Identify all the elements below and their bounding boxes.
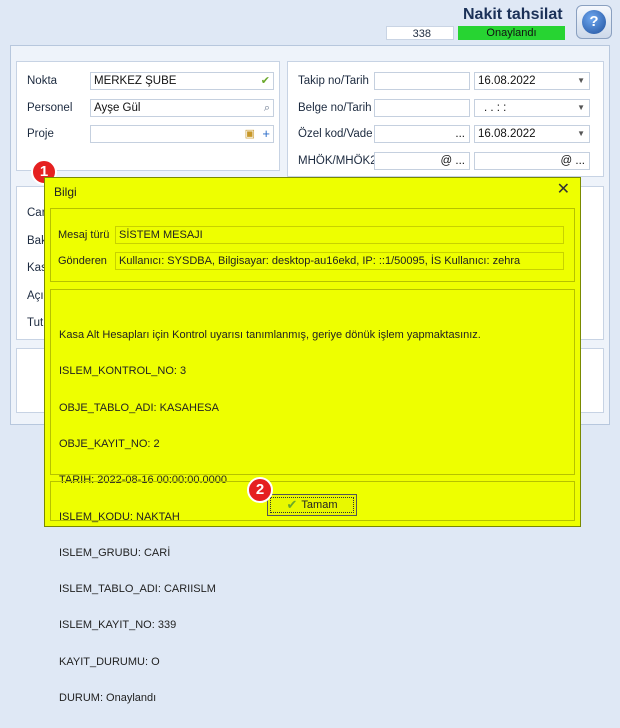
- ozel-kod-field[interactable]: ...: [374, 125, 470, 143]
- message-line: DURUM: Onaylandı: [59, 692, 157, 704]
- takip-date-field[interactable]: 16.08.2022 ▼: [474, 72, 590, 90]
- nokta-field[interactable]: MERKEZ ŞUBE ✔: [90, 72, 274, 90]
- page-title: Nakit tahsilat: [463, 6, 563, 23]
- field-label-personel: Personel: [27, 102, 73, 114]
- message-line: OBJE_TABLO_ADI: KASAHESA: [59, 401, 219, 414]
- message-type-value: SİSTEM MESAJI: [115, 226, 564, 244]
- nokta-value: MERKEZ ŞUBE: [94, 75, 177, 87]
- field-label-belge: Belge no/Tarih: [298, 102, 372, 114]
- chevron-down-icon[interactable]: ▼: [577, 126, 585, 142]
- takip-no-field[interactable]: [374, 72, 470, 90]
- plus-icon[interactable]: +: [262, 126, 270, 142]
- field-label-nokta: Nokta: [27, 75, 58, 87]
- personel-value: Ayşe Gül: [94, 102, 141, 114]
- mhok2-field[interactable]: @ ...: [474, 152, 590, 170]
- sender-value: Kullanıcı: SYSDBA, Bilgisayar: desktop-a…: [115, 252, 564, 270]
- status-badge: Onaylandı: [458, 26, 565, 40]
- checkmark-icon: ✔: [286, 497, 298, 512]
- message-type-label: Mesaj türü: [58, 229, 110, 241]
- message-line: ISLEM_KAYIT_NO: 339: [59, 619, 177, 632]
- vade-date-value: 16.08.2022: [478, 128, 536, 140]
- info-dialog: Bilgi ✕ Mesaj türü SİSTEM MESAJI Göndere…: [44, 177, 581, 704]
- mhok2-value: @ ...: [560, 155, 585, 167]
- personel-field[interactable]: Ayşe Gül ⌕: [90, 99, 274, 117]
- field-label-tutar: Tut: [27, 317, 44, 329]
- field-label-mhok: MHÖK/MHÖK2: [298, 155, 377, 167]
- chevron-down-icon[interactable]: ▼: [577, 73, 585, 89]
- field-label-proje: Proje: [27, 128, 54, 140]
- field-label-ozel-kod: Özel kod/Vade: [298, 128, 373, 140]
- field-label-takip: Takip no/Tarih: [298, 75, 369, 87]
- record-count: 338: [386, 26, 454, 40]
- takip-date-value: 16.08.2022: [478, 75, 536, 87]
- message-line: ISLEM_TABLO_ADI: CARIISLM: [59, 583, 216, 596]
- proje-field[interactable]: ▣ +: [90, 125, 274, 143]
- ozel-kod-value: ...: [455, 128, 465, 140]
- message-line: OBJE_KAYIT_NO: 2: [59, 438, 160, 451]
- question-icon: ?: [582, 10, 606, 34]
- ok-button-label: Tamam: [301, 499, 338, 511]
- field-label-cari: Car: [27, 207, 46, 219]
- mhok-field[interactable]: @ ...: [374, 152, 470, 170]
- close-icon[interactable]: ✕: [557, 181, 570, 199]
- dialog-title: Bilgi: [54, 185, 77, 199]
- check-icon[interactable]: ✔: [261, 73, 270, 89]
- message-line: ISLEM_GRUBU: CARİ: [59, 546, 171, 559]
- chevron-down-icon[interactable]: ▼: [577, 100, 585, 116]
- belge-date-field[interactable]: . . : : ▼: [474, 99, 590, 117]
- belge-no-field[interactable]: [374, 99, 470, 117]
- lock-icon: ▣: [244, 128, 255, 140]
- dialog-header-section: [50, 208, 575, 282]
- ok-button[interactable]: ✔ Tamam: [267, 494, 357, 516]
- help-button[interactable]: ?: [576, 5, 612, 39]
- belge-date-value: . . : :: [484, 102, 507, 114]
- step-marker-2: 2: [247, 477, 273, 503]
- message-line: ISLEM_KONTROL_NO: 3: [59, 365, 187, 378]
- sender-label: Gönderen: [58, 255, 107, 267]
- vade-date-field[interactable]: 16.08.2022 ▼: [474, 125, 590, 143]
- mhok-value: @ ...: [440, 155, 465, 167]
- message-line: Kasa Alt Hesapları için Kontrol uyarısı …: [59, 329, 481, 342]
- lookup-icon[interactable]: ⌕: [264, 100, 270, 116]
- message-line: KAYIT_DURUMU: O: [59, 655, 160, 668]
